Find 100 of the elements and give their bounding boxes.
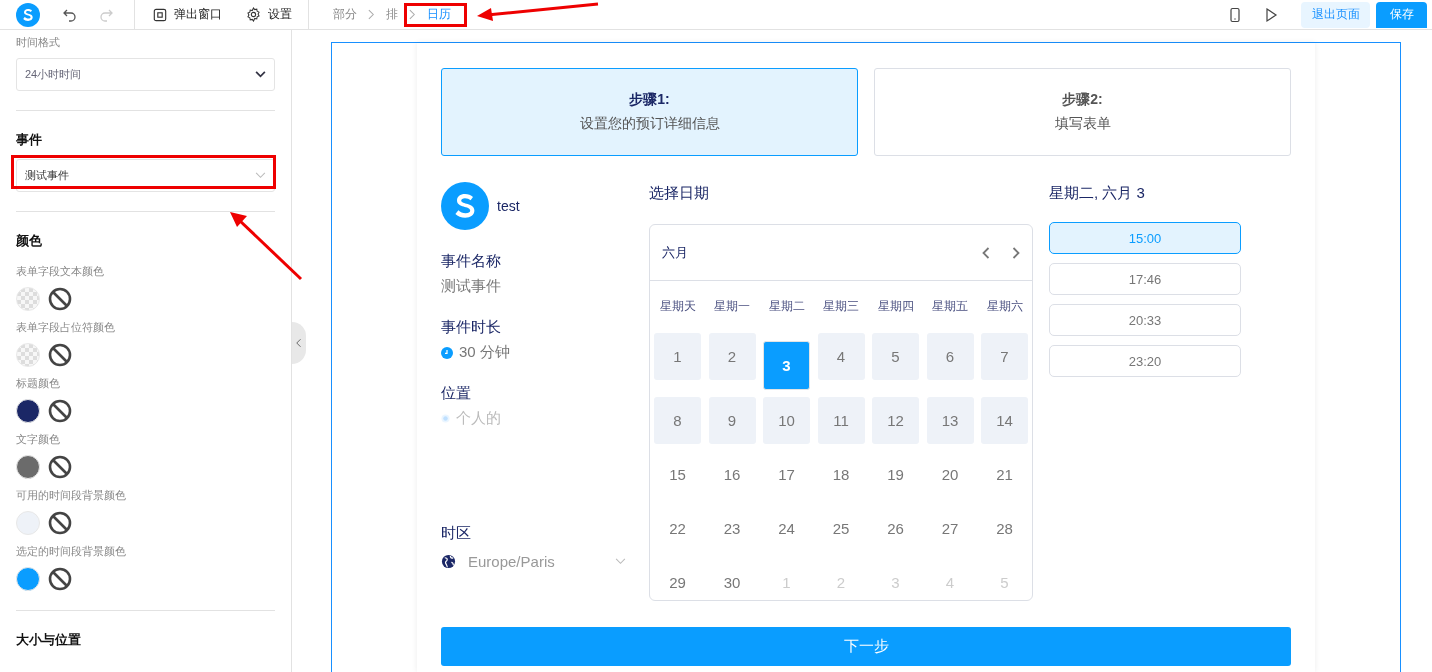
weekday-label: 星期五 [931,298,969,315]
calendar-day[interactable]: 3 [763,341,810,390]
color-swatch[interactable] [16,455,40,479]
field-label: 时间格式 [16,35,61,50]
detail-value: 个人的 [456,409,501,428]
color-swatch[interactable] [16,567,40,591]
detail-label: 位置 [441,384,472,403]
calendar-day[interactable]: 23 [708,505,756,552]
timezone-select[interactable]: Europe/Paris [441,553,626,570]
no-color-icon[interactable] [48,567,72,591]
calendar-day[interactable]: 12 [872,397,919,444]
breadcrumb-link[interactable]: 日历 [427,6,451,23]
calendar-day[interactable]: 15 [654,451,701,498]
no-color-icon[interactable] [48,399,72,423]
window-icon [153,7,167,22]
detail-label: 事件名称 [441,252,502,271]
globe-icon [441,554,456,569]
calendar-day[interactable]: 24 [763,505,810,552]
step-subtitle: 填写表单 [1054,115,1111,133]
transparent-swatch[interactable] [16,287,40,311]
save-button[interactable]: 保存 [1376,1,1427,28]
step-tab[interactable]: 步骤2: 填写表单 [874,68,1291,156]
section-heading: 大小与位置 [16,631,82,649]
event-select[interactable]: 测试事件 [16,159,275,192]
section-heading: 颜色 [16,232,43,250]
time-slot[interactable]: 15:00 [1049,222,1241,254]
chevron-right-icon [368,9,375,20]
no-color-icon[interactable] [48,511,72,535]
weekday-label: 星期三 [822,298,860,315]
settings-button[interactable]: 设置 [238,6,300,23]
exit-page-button[interactable]: 退出页面 [1301,1,1370,28]
calendar-day[interactable]: 16 [708,451,756,498]
weekday-label: 星期六 [985,298,1024,315]
transparent-swatch[interactable] [16,343,40,367]
step-subtitle: 设置您的预订详细信息 [579,115,720,133]
calendar-day[interactable]: 10 [763,397,810,444]
calendar-day[interactable]: 17 [763,451,810,498]
calendar-day[interactable]: 28 [981,505,1028,552]
detail-label: 事件时长 [441,318,502,337]
calendar-day[interactable]: 26 [872,505,919,552]
step-title: 步骤2: [1062,91,1103,109]
settings-icon [246,7,261,22]
calendar-day[interactable]: 9 [708,397,756,444]
color-label: 可用的时间段背景颜色 [16,488,127,503]
color-swatch[interactable] [16,399,40,423]
calendar-day[interactable]: 25 [817,505,865,552]
breadcrumb-link[interactable]: 部分 [333,6,357,23]
avatar-logo-icon [441,182,489,230]
step-title: 步骤1: [629,91,670,109]
color-label: 文字颜色 [16,432,61,447]
calendar-day[interactable]: 14 [981,397,1028,444]
time-slot[interactable]: 23:20 [1049,345,1241,377]
no-color-icon[interactable] [48,343,72,367]
calendar-day[interactable]: 20 [926,451,974,498]
previous-month-icon[interactable] [982,246,990,259]
calendar-day[interactable]: 8 [654,397,701,444]
calendar-day[interactable]: 4 [817,333,865,380]
detail-value: 测试事件 [441,277,501,296]
profile-name: test [497,198,520,214]
next-step-button[interactable]: 下一步 [441,627,1291,666]
step-tab[interactable]: 步骤1: 设置您的预订详细信息 [441,68,858,156]
weekday-label: 星期四 [876,298,915,315]
next-month-icon[interactable] [1012,246,1020,259]
detail-label: 时区 [441,524,472,543]
calendar-day[interactable]: 30 [708,559,756,606]
calendar-day[interactable]: 18 [817,451,865,498]
weekday-label: 星期一 [713,298,751,315]
calendar-day[interactable]: 7 [981,333,1028,380]
calendar-day[interactable]: 1 [654,333,701,380]
detail-value: 30 分钟 [459,343,510,362]
selected-date-heading: 星期二, 六月 3 [1049,184,1146,203]
color-label: 表单字段文本颜色 [16,264,105,279]
time-format-select[interactable]: 24小时时间 [16,58,275,91]
mobile-preview-icon[interactable] [1227,6,1243,23]
time-slot[interactable]: 20:33 [1049,304,1241,336]
collapse-handle[interactable] [292,322,306,364]
chevron-down-icon [615,558,626,565]
calendar-day[interactable]: 13 [926,397,974,444]
color-label: 标题颜色 [16,376,61,391]
breadcrumb-link[interactable]: 排 [386,6,398,23]
no-color-icon[interactable] [48,455,72,479]
calendar-day[interactable]: 6 [926,333,974,380]
calendar-day[interactable]: 27 [926,505,974,552]
calendar-day[interactable]: 5 [872,333,919,380]
calendar-day[interactable]: 11 [817,397,865,444]
calendar-day[interactable]: 2 [708,333,756,380]
no-color-icon[interactable] [48,287,72,311]
month-label: 六月 [662,243,689,262]
chevron-down-icon [255,172,266,179]
section-heading: 事件 [16,131,43,149]
calendar-day[interactable]: 29 [654,559,701,606]
time-slot[interactable]: 17:46 [1049,263,1241,295]
chevron-down-icon [255,71,266,78]
play-icon[interactable] [1263,6,1279,23]
popup-button[interactable]: 弹出窗口 [145,6,230,23]
color-label: 选定的时间段背景颜色 [16,544,127,559]
calendar-day[interactable]: 19 [872,451,919,498]
calendar-day[interactable]: 21 [981,451,1028,498]
calendar-day[interactable]: 22 [654,505,701,552]
clock-icon [441,346,453,359]
